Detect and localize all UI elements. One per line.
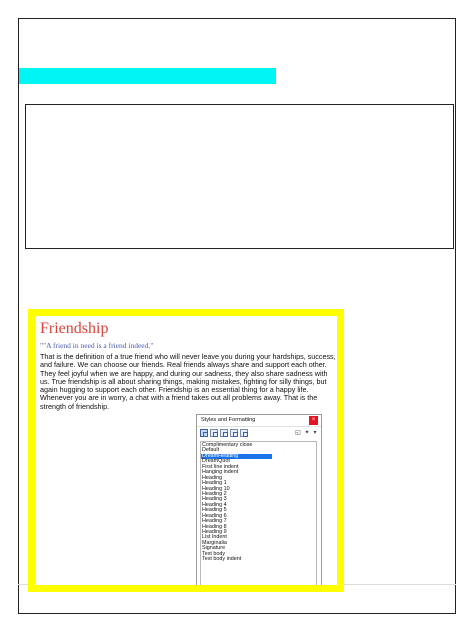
dropdown-icon[interactable]: ▾	[310, 429, 320, 438]
document-title[interactable]: Friendship	[40, 320, 108, 338]
character-styles-icon[interactable]	[210, 429, 218, 437]
page-styles-icon[interactable]	[230, 429, 238, 437]
highlight-bar	[19, 68, 276, 84]
document-body[interactable]: That is the definition of a true friend …	[40, 352, 337, 411]
style-list-item[interactable]: Text body indent	[201, 556, 272, 562]
style-list[interactable]: Complimentary close Default DreamHeading Dr…	[200, 441, 317, 585]
horizontal-scrollbar[interactable]	[38, 586, 340, 592]
panel-title: Styles and Formatting	[201, 417, 256, 423]
empty-answer-box	[25, 104, 454, 249]
styles-and-formatting-panel: Styles and Formatting × ◱ ✦ ▾ Compliment…	[196, 414, 322, 585]
panel-titlebar[interactable]: Styles and Formatting ×	[197, 415, 321, 427]
list-styles-icon[interactable]	[240, 429, 248, 437]
screenshot-frame: Friendship ""A friend in need is a frien…	[28, 309, 344, 592]
styles-toolbar: ◱ ✦ ▾	[200, 429, 318, 439]
document-page: Friendship ""A friend in need is a frien…	[38, 320, 336, 585]
close-icon[interactable]: ×	[309, 416, 318, 425]
divider-line	[344, 584, 456, 585]
frame-styles-icon[interactable]	[220, 429, 228, 437]
document-quote[interactable]: ""A friend in need is a friend indeed."	[40, 341, 153, 350]
divider-line	[18, 584, 28, 585]
paragraph-styles-icon[interactable]	[200, 429, 208, 437]
